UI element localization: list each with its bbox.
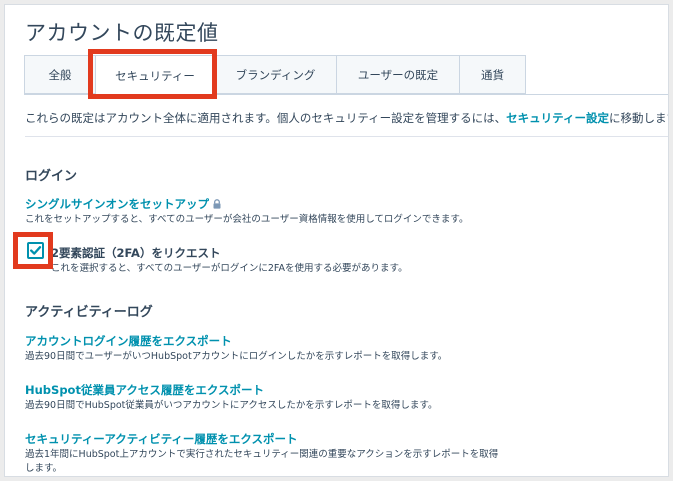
page-title: アカウントの既定値 — [25, 21, 219, 45]
activity-row: アカウントログイン履歴をエクスポート — [25, 333, 232, 349]
tab-branding[interactable]: ブランディング — [215, 55, 337, 94]
export-login-history-link[interactable]: アカウントログイン履歴をエクスポート — [25, 333, 232, 349]
export-security-activity-description: 過去1年間にHubSpot上アカウントで実行されたセキュリティー関連の重要なアク… — [25, 449, 499, 460]
security-settings-link[interactable]: セキュリティー設定 — [506, 111, 609, 125]
twofa-label: 2要素認証（2FA）をリクエスト — [51, 246, 221, 260]
twofa-description: これを選択すると、すべてのユーザーがログインに2FAを使用する必要があります。 — [51, 263, 408, 274]
export-employee-access-description: 過去90日間でHubSpot従業員がいつアカウントにアクセスしたかを示すレポート… — [25, 400, 438, 411]
checkmark-icon — [30, 246, 42, 255]
activity-row: HubSpot従業員アクセス履歴をエクスポート — [25, 382, 264, 398]
lock-icon — [213, 199, 221, 209]
export-login-history-description: 過去90日間でユーザーがいつHubSpotアカウントにログインしたかを示すレポー… — [25, 351, 448, 362]
export-security-activity-link[interactable]: セキュリティーアクティビティー履歴をエクスポート — [25, 431, 298, 447]
activity-section-title: アクティビティーログ — [25, 305, 153, 320]
activity-row: セキュリティーアクティビティー履歴をエクスポート — [25, 431, 298, 447]
tab-user-defaults[interactable]: ユーザーの既定 — [337, 55, 460, 94]
twofa-checkbox[interactable] — [27, 242, 44, 259]
tab-bar: 全般 セキュリティー ブランディング ユーザーの既定 通貨 — [24, 55, 526, 96]
sso-setup-link[interactable]: シングルサインオンをセットアップ — [25, 196, 209, 212]
tab-currency[interactable]: 通貨 — [460, 55, 526, 94]
sso-description: これをセットアップすると、すべてのユーザーが会社のユーザー資格情報を使用してログ… — [25, 214, 469, 225]
section-divider — [25, 136, 668, 137]
export-security-activity-description-continued: します。 — [25, 463, 63, 474]
intro-text-suffix: に移動します。 — [608, 111, 668, 125]
sso-row: シングルサインオンをセットアップ — [25, 196, 222, 212]
login-section-title: ログイン — [25, 169, 78, 184]
tab-general[interactable]: 全般 — [24, 55, 96, 94]
intro-text: これらの既定はアカウント全体に適用されます。個人のセキュリティー設定を管理するに… — [25, 110, 668, 126]
settings-panel: アカウントの既定値 全般 セキュリティー ブランディング ユーザーの既定 通貨 … — [4, 4, 669, 477]
tab-security[interactable]: セキュリティー — [96, 55, 215, 96]
intro-text-body: これらの既定はアカウント全体に適用されます。個人のセキュリティー設定を管理するに… — [25, 111, 507, 125]
export-employee-access-link[interactable]: HubSpot従業員アクセス履歴をエクスポート — [25, 382, 264, 398]
